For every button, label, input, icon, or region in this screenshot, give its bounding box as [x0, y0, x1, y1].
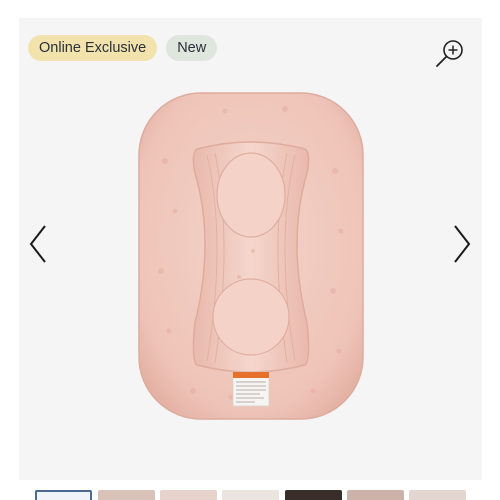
zoom-in-icon	[436, 40, 463, 67]
product-image	[135, 91, 367, 421]
next-image-button[interactable]	[449, 223, 473, 265]
warning-label-icon	[232, 371, 270, 407]
zoom-button[interactable]	[433, 37, 467, 71]
thumbnail-5[interactable]	[285, 490, 342, 500]
new-badge: New	[166, 35, 218, 61]
thumbnail-4[interactable]	[222, 490, 279, 500]
chevron-left-icon	[29, 225, 46, 263]
thumbnail-7[interactable]	[409, 490, 466, 500]
baby-lounger-illustration	[138, 92, 364, 420]
thumbnail-2[interactable]	[98, 490, 155, 500]
badge-group: Online Exclusive New	[28, 35, 218, 61]
previous-image-button[interactable]	[27, 223, 51, 265]
chevron-right-icon	[454, 225, 471, 263]
product-gallery: Online Exclusive New	[19, 18, 482, 480]
thumbnail-1[interactable]	[35, 490, 92, 500]
thumbnail-6[interactable]	[347, 490, 404, 500]
online-exclusive-badge: Online Exclusive	[28, 35, 158, 61]
thumbnail-3[interactable]	[160, 490, 217, 500]
thumbnail-strip	[0, 490, 500, 500]
